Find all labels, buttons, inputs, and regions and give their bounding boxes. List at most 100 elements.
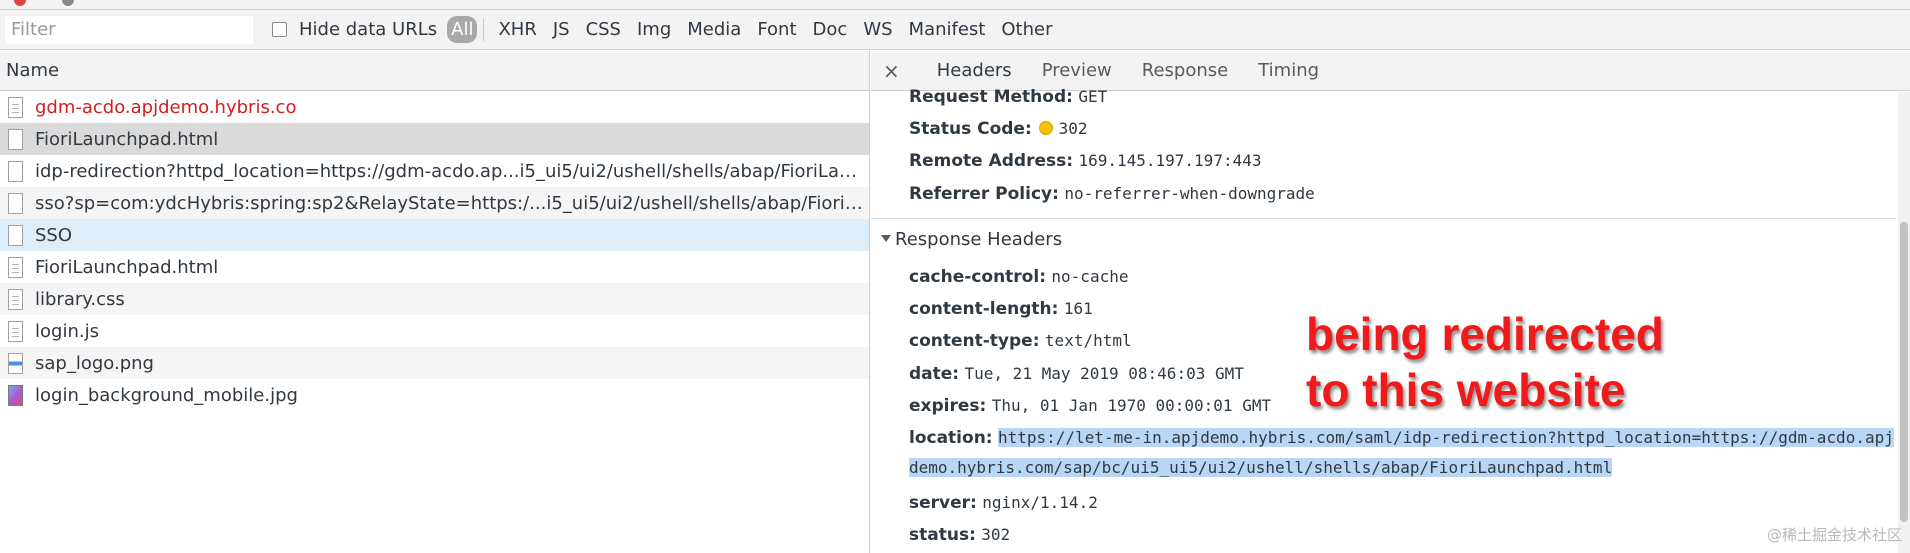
request-detail-panel: × Headers Preview Response Timing Reques… xyxy=(871,51,1910,553)
image-icon xyxy=(8,384,23,406)
detail-scrollbar[interactable] xyxy=(1898,92,1910,553)
type-filter-manifest[interactable]: Manifest xyxy=(903,17,992,42)
type-filter-doc[interactable]: Doc xyxy=(807,17,854,42)
header-value: 161 xyxy=(1063,299,1093,318)
blank-file-icon xyxy=(8,224,23,246)
response-header-row: content-length: 161 xyxy=(909,299,1093,319)
type-filter-other[interactable]: Other xyxy=(995,17,1058,42)
response-header-row: content-type: text/html xyxy=(909,331,1132,351)
header-value: 302 xyxy=(1058,119,1088,138)
request-name: FioriLaunchpad.html xyxy=(35,256,219,278)
request-row[interactable]: idp-redirection?httpd_location=https://g… xyxy=(0,155,869,187)
header-key: expires: xyxy=(909,396,987,416)
document-icon xyxy=(8,288,23,310)
header-key: status: xyxy=(909,525,976,545)
request-list-panel: Name gdm-acdo.apjdemo.hybris.co FioriLau… xyxy=(0,51,870,553)
request-name: gdm-acdo.apjdemo.hybris.co xyxy=(35,96,297,118)
header-value: 169.145.197.197:443 xyxy=(1078,151,1262,170)
type-filter-ws[interactable]: WS xyxy=(857,17,898,42)
image-icon xyxy=(8,352,23,374)
triangle-down-icon xyxy=(881,235,891,242)
request-row[interactable]: gdm-acdo.apjdemo.hybris.co xyxy=(0,91,869,123)
request-row[interactable]: SSO xyxy=(0,219,869,251)
header-key: Remote Address: xyxy=(909,151,1074,171)
type-filter-all[interactable]: All xyxy=(447,16,478,43)
request-name: library.css xyxy=(35,288,125,310)
response-header-row: server: nginx/1.14.2 xyxy=(909,493,1098,513)
header-key: date: xyxy=(909,364,960,384)
general-header-row: Remote Address: 169.145.197.197:443 xyxy=(909,151,1261,171)
record-icon[interactable] xyxy=(14,0,26,6)
section-title: Response Headers xyxy=(895,229,1063,250)
header-value: Thu, 01 Jan 1970 00:00:01 GMT xyxy=(991,396,1272,415)
request-name: idp-redirection?httpd_location=https://g… xyxy=(35,160,865,182)
hide-data-urls-checkbox[interactable] xyxy=(272,22,287,37)
header-key: Request Method: xyxy=(909,87,1073,107)
request-row[interactable]: FioriLaunchpad.html xyxy=(0,251,869,283)
request-row[interactable]: FioriLaunchpad.html xyxy=(0,123,869,155)
request-row[interactable]: library.css xyxy=(0,283,869,315)
header-value: 302 xyxy=(981,525,1011,544)
status-warning-icon xyxy=(1039,121,1054,135)
header-value: no-cache xyxy=(1051,267,1129,286)
header-key: server: xyxy=(909,493,977,513)
header-key: cache-control: xyxy=(909,267,1046,287)
hide-data-urls-toggle[interactable]: Hide data URLs xyxy=(272,19,437,40)
general-header-row: Status Code: 302 xyxy=(909,119,1087,139)
response-headers-section-toggle[interactable]: Response Headers xyxy=(881,229,1062,250)
request-name: sap_logo.png xyxy=(35,352,154,374)
request-name: SSO xyxy=(35,224,73,246)
annotation-line: to this website xyxy=(1306,364,1626,416)
header-key: location: xyxy=(909,428,993,448)
filter-input[interactable] xyxy=(4,14,254,45)
clear-icon[interactable] xyxy=(62,0,74,6)
location-url-value[interactable]: https://let-me-in.apjdemo.hybris.com/sam… xyxy=(909,428,1894,477)
tab-response[interactable]: Response xyxy=(1127,51,1243,91)
top-toolbar-strip xyxy=(0,0,1910,10)
header-value: GET xyxy=(1078,87,1108,106)
blank-file-icon xyxy=(8,160,23,182)
type-filter-img[interactable]: Img xyxy=(631,17,677,42)
close-icon[interactable]: × xyxy=(883,59,900,83)
type-filter-font[interactable]: Font xyxy=(751,17,802,42)
general-header-row: Request Method: GET xyxy=(909,87,1107,107)
annotation-line: being redirected xyxy=(1306,308,1664,360)
divider xyxy=(871,218,1896,219)
tab-timing[interactable]: Timing xyxy=(1243,51,1334,91)
name-column-header[interactable]: Name xyxy=(0,51,869,91)
document-icon xyxy=(8,256,23,278)
request-name: login_background_mobile.jpg xyxy=(35,384,298,406)
request-name: login.js xyxy=(35,320,99,342)
header-key: content-length: xyxy=(909,299,1059,319)
request-row[interactable]: sso?sp=com:ydcHybris:spring:sp2&RelaySta… xyxy=(0,187,869,219)
response-header-row: expires: Thu, 01 Jan 1970 00:00:01 GMT xyxy=(909,396,1271,416)
header-key: Referrer Policy: xyxy=(909,184,1059,204)
header-value: nginx/1.14.2 xyxy=(982,493,1098,512)
type-filter-xhr[interactable]: XHR xyxy=(492,17,542,42)
divider xyxy=(483,18,485,41)
header-key: Status Code: xyxy=(909,119,1032,139)
type-filter-js[interactable]: JS xyxy=(547,17,576,42)
scrollbar-thumb[interactable] xyxy=(1900,222,1908,522)
type-filter-css[interactable]: CSS xyxy=(580,17,627,42)
request-name: sso?sp=com:ydcHybris:spring:sp2&RelaySta… xyxy=(35,192,865,214)
request-name: FioriLaunchpad.html xyxy=(35,128,219,150)
name-column-label: Name xyxy=(6,60,60,81)
general-header-row: Referrer Policy: no-referrer-when-downgr… xyxy=(909,184,1315,204)
document-icon xyxy=(8,96,23,118)
detail-tabs: × Headers Preview Response Timing xyxy=(871,51,1910,91)
filter-bar: Hide data URLs All XHR JS CSS Img Media … xyxy=(0,10,1910,50)
blank-file-icon xyxy=(8,192,23,214)
header-key: content-type: xyxy=(909,331,1040,351)
request-row[interactable]: login.js xyxy=(0,315,869,347)
type-filter-media[interactable]: Media xyxy=(681,17,747,42)
document-icon xyxy=(8,320,23,342)
response-header-row: status: 302 xyxy=(909,525,1010,545)
header-value: Tue, 21 May 2019 08:46:03 GMT xyxy=(964,364,1244,383)
request-row[interactable]: sap_logo.png xyxy=(0,347,869,379)
request-row[interactable]: login_background_mobile.jpg xyxy=(0,379,869,411)
tab-preview[interactable]: Preview xyxy=(1027,51,1127,91)
location-header-row: location: https://let-me-in.apjdemo.hybr… xyxy=(909,423,1895,483)
tab-headers[interactable]: Headers xyxy=(922,51,1027,91)
hide-data-urls-label: Hide data URLs xyxy=(299,19,438,40)
